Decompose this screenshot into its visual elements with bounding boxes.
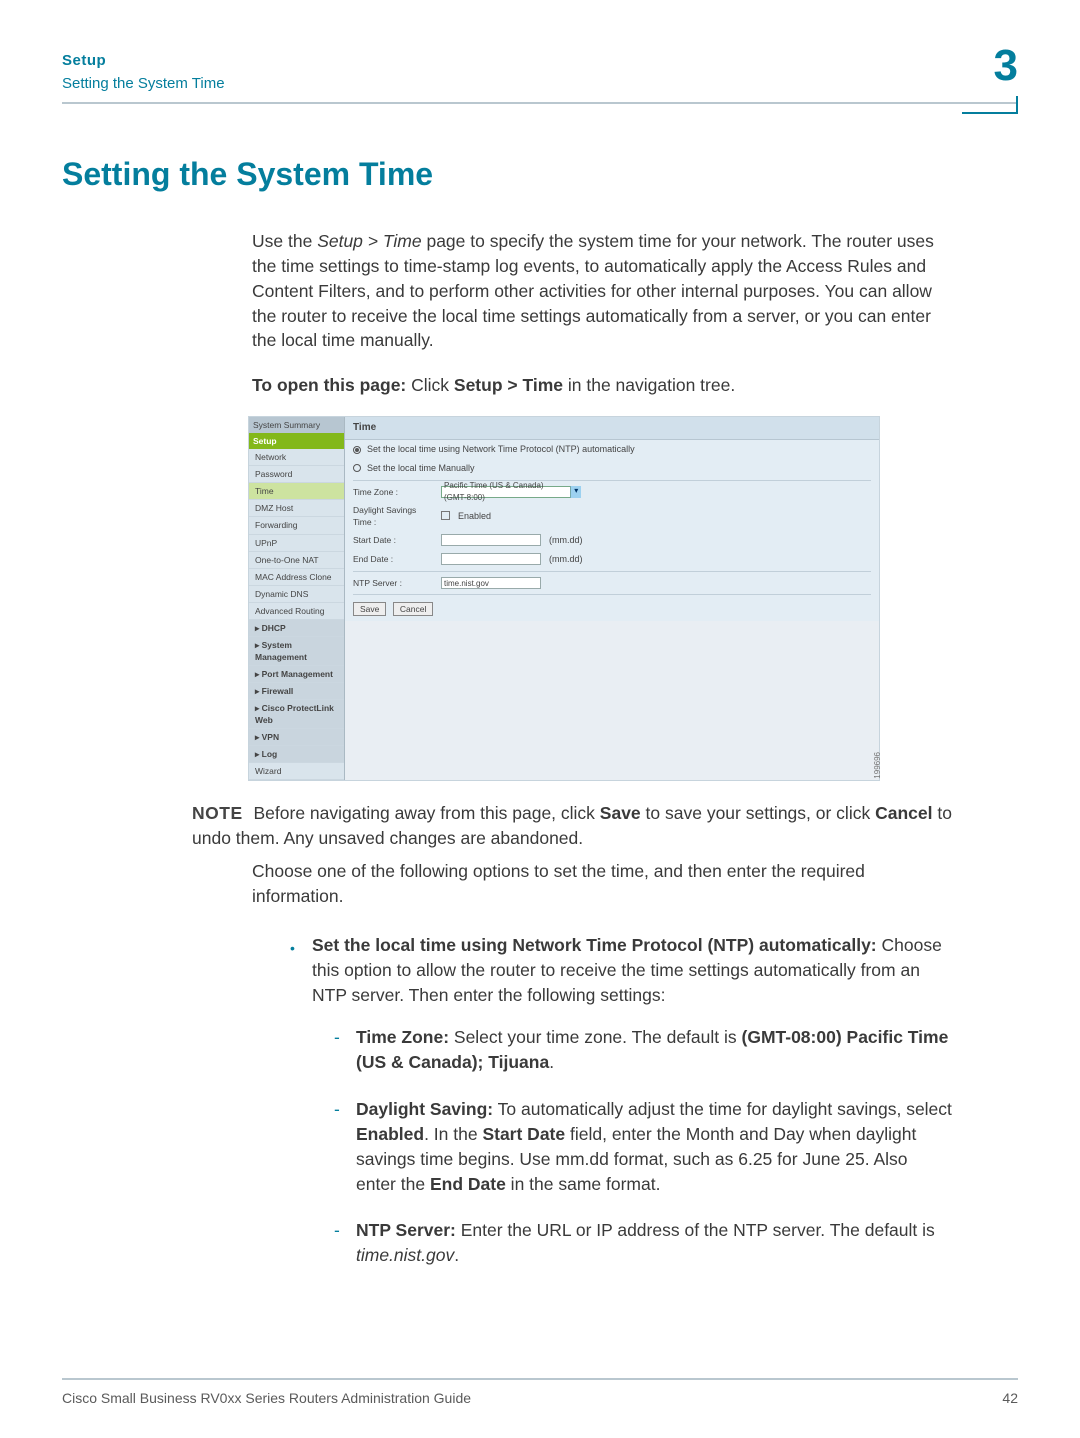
page-title: Setting the System Time [62, 156, 1018, 193]
intro-text-1: Use the [252, 231, 317, 251]
chapter-number: 3 [994, 44, 1018, 88]
page-header: Setup Setting the System Time 3 [62, 52, 1018, 92]
radio-icon [353, 464, 361, 472]
nav-group: ▸ VPN [249, 729, 344, 746]
ntp-input: time.nist.gov [441, 577, 541, 589]
nav-item-selected: Time [249, 483, 344, 500]
button-row: Save Cancel [345, 597, 879, 622]
intro-path: Setup > Time [317, 231, 421, 251]
open-path: Setup > Time [454, 375, 563, 395]
nav-tree: System Summary Setup Network Password Ti… [249, 417, 345, 780]
image-number: 199696 [872, 752, 883, 779]
nav-item: Dynamic DNS [249, 586, 344, 603]
intro-paragraph: Use the Setup > Time page to specify the… [252, 229, 952, 353]
tz-body: Select your time zone. The default is [449, 1027, 741, 1047]
radio-auto: Set the local time using Network Time Pr… [345, 440, 879, 459]
timezone-row: Time Zone :Pacific Time (US & Canada) (G… [345, 483, 879, 501]
note-save: Save [600, 803, 641, 823]
startdate-row: Start Date :(mm.dd) [345, 531, 879, 550]
subsection-label: Setting the System Time [62, 75, 225, 92]
ntp-head: NTP Server: [356, 1220, 456, 1240]
note-cancel: Cancel [875, 803, 932, 823]
enddate-input [441, 553, 541, 565]
ntp-row: NTP Server :time.nist.gov [345, 574, 879, 592]
ds-b1: To automatically adjust the time for day… [493, 1099, 952, 1119]
nav-item: Advanced Routing [249, 603, 344, 620]
header-rule [62, 102, 1018, 104]
nav-item: Password [249, 466, 344, 483]
ds-b4: in the same format. [506, 1174, 661, 1194]
chevron-down-icon: ▾ [570, 486, 581, 498]
nav-group: ▸ DHCP [249, 620, 344, 637]
ds-head: Daylight Saving: [356, 1099, 493, 1119]
nav-item: DMZ Host [249, 500, 344, 517]
sub-timezone: Time Zone: Select your time zone. The de… [334, 1025, 952, 1075]
pane-title: Time [345, 417, 879, 440]
note-label: NOTE [192, 803, 243, 823]
open-instructions: To open this page: Click Setup > Time in… [252, 373, 952, 398]
ds-enabled: Enabled [356, 1124, 424, 1144]
note-text-2: to save your settings, or click [641, 803, 875, 823]
nav-group: ▸ Log [249, 746, 344, 763]
note-text-1: Before navigating away from this page, c… [254, 803, 600, 823]
tz-head: Time Zone: [356, 1027, 449, 1047]
time-page-screenshot: System Summary Setup Network Password Ti… [248, 416, 880, 781]
daylight-row: Daylight Savings Time :Enabled [345, 501, 879, 531]
ntp-default: time.nist.gov [356, 1245, 454, 1265]
checkbox-icon [441, 511, 450, 520]
nav-system-summary: System Summary [249, 417, 344, 433]
open-tail: in the navigation tree. [563, 375, 735, 395]
ntp-dot: . [454, 1245, 459, 1265]
section-label: Setup [62, 52, 225, 69]
page-number: 42 [1002, 1390, 1018, 1406]
save-button: Save [353, 602, 386, 616]
time-pane: Time Set the local time using Network Ti… [345, 417, 879, 621]
nav-group: ▸ System Management [249, 637, 344, 666]
choose-paragraph: Choose one of the following options to s… [252, 859, 952, 909]
sub-ntp: NTP Server: Enter the URL or IP address … [334, 1218, 952, 1268]
nav-group: ▸ Firewall [249, 683, 344, 700]
startdate-input [441, 534, 541, 546]
cancel-button: Cancel [393, 602, 433, 616]
open-lead: To open this page: [252, 375, 411, 395]
footer-title: Cisco Small Business RV0xx Series Router… [62, 1390, 471, 1406]
sub-daylight: Daylight Saving: To automatically adjust… [334, 1097, 952, 1196]
ntp-body: Enter the URL or IP address of the NTP s… [456, 1220, 935, 1240]
nav-wizard: Wizard [249, 763, 344, 780]
radio-manual: Set the local time Manually [345, 459, 879, 478]
chapter-corner-ornament [962, 96, 1018, 114]
timezone-select: Pacific Time (US & Canada) (GMT-8:00)▾ [441, 486, 581, 498]
nav-item: One-to-One NAT [249, 552, 344, 569]
open-rest: Click [411, 375, 454, 395]
ds-b2: . In the [424, 1124, 482, 1144]
page-footer: Cisco Small Business RV0xx Series Router… [62, 1378, 1018, 1406]
nav-item: Forwarding [249, 517, 344, 534]
nav-item: UPnP [249, 535, 344, 552]
ds-enddate: End Date [430, 1174, 506, 1194]
footer-rule [62, 1378, 1018, 1380]
nav-group: ▸ Port Management [249, 666, 344, 683]
option-ntp: Set the local time using Network Time Pr… [290, 933, 952, 1268]
nav-item: MAC Address Clone [249, 569, 344, 586]
ds-startdate: Start Date [482, 1124, 565, 1144]
tz-dot: . [549, 1052, 554, 1072]
note-paragraph: NOTE Before navigating away from this pa… [192, 801, 952, 851]
nav-setup-header: Setup [249, 433, 344, 449]
nav-group: ▸ Cisco ProtectLink Web [249, 700, 344, 729]
nav-item: Network [249, 449, 344, 466]
enddate-row: End Date :(mm.dd) [345, 550, 879, 569]
radio-icon [353, 446, 361, 454]
option-head: Set the local time using Network Time Pr… [312, 935, 877, 955]
